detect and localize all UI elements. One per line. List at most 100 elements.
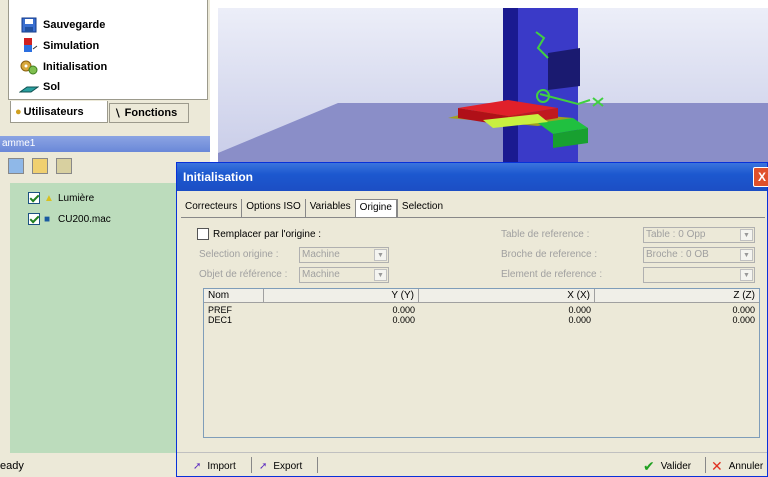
- replace-origin-checkbox[interactable]: [197, 228, 209, 240]
- close-icon[interactable]: X: [753, 167, 768, 187]
- export-icon: ➚: [259, 460, 268, 472]
- scene-item-cu200[interactable]: ■ CU200.mac: [28, 210, 111, 228]
- valider-button[interactable]: ✔ Valider: [643, 457, 691, 475]
- close-icon: ✕: [711, 457, 723, 474]
- users-icon: ●: [15, 105, 22, 118]
- select-value: Table : 0 Opp: [646, 229, 706, 240]
- simulation-icon: [19, 37, 39, 55]
- import-icon: ➚: [193, 460, 202, 472]
- select-value: Machine: [302, 269, 340, 280]
- scene-item-label: CU200.mac: [58, 213, 111, 225]
- tree-item-sauvegarde[interactable]: Sauvegarde: [19, 16, 105, 34]
- tree-item-label: Initialisation: [43, 61, 108, 73]
- tab-options-iso[interactable]: Options ISO: [241, 199, 304, 217]
- panel-header: amme1: [0, 136, 210, 152]
- initialisation-dialog: Initialisation X Correcteurs Options ISO…: [176, 162, 768, 477]
- gears-icon: [19, 58, 39, 76]
- separator: [317, 457, 318, 473]
- scene-item-label: Lumière: [58, 192, 95, 204]
- select-value: Machine: [302, 249, 340, 260]
- cell-z: 0.000: [732, 305, 755, 315]
- tab-utilisateurs[interactable]: ● Utilisateurs: [10, 101, 108, 123]
- tab-fonctions[interactable]: ∖ Fonctions: [109, 103, 189, 123]
- replace-origin-label: Remplacer par l'origine :: [213, 228, 322, 240]
- selection-origine-select[interactable]: Machine ▼: [299, 247, 389, 263]
- tree-item-label: Sauvegarde: [43, 19, 106, 31]
- annuler-button[interactable]: ✕ Annuler: [711, 457, 763, 475]
- button-label: Import: [207, 460, 236, 472]
- tree-item-initialisation[interactable]: Initialisation: [19, 58, 107, 76]
- table-row[interactable]: DEC1 0.000 0.000 0.000: [204, 315, 759, 325]
- tab-label: Utilisateurs: [23, 105, 84, 118]
- tab-origine[interactable]: Origine: [354, 199, 397, 217]
- checkbox[interactable]: [28, 213, 40, 225]
- tab-variables[interactable]: Variables: [304, 199, 355, 217]
- cell-y: 0.000: [392, 315, 415, 325]
- light-icon: ▲: [44, 192, 54, 204]
- properties-icon[interactable]: [56, 158, 72, 174]
- cell-y: 0.000: [392, 305, 415, 315]
- view-icon[interactable]: [8, 158, 24, 174]
- chevron-down-icon: ▼: [740, 249, 753, 261]
- tab-correcteurs[interactable]: Correcteurs: [181, 199, 241, 217]
- broche-reference-select[interactable]: Broche : 0 OB ▼: [643, 247, 755, 263]
- tree-item-simulation[interactable]: Simulation: [19, 37, 99, 55]
- cell-nom: DEC1: [208, 315, 233, 325]
- document-icon[interactable]: [32, 158, 48, 174]
- side-tab-strip: ● Utilisateurs ∖ Fonctions: [8, 101, 208, 123]
- machine-scene: [218, 8, 768, 163]
- chevron-down-icon: ▼: [740, 269, 753, 281]
- mini-toolbar: [8, 158, 98, 178]
- checkbox[interactable]: [28, 192, 40, 204]
- function-tree: Sauvegarde Simulation Initialisation Sol: [8, 0, 208, 100]
- column-header-x[interactable]: X (X): [419, 289, 595, 303]
- column-header-nom[interactable]: Nom: [204, 289, 264, 303]
- save-disk-icon: [19, 16, 39, 34]
- wrench-icon: ∖: [114, 107, 122, 120]
- import-button[interactable]: ➚ Import: [193, 457, 236, 475]
- floor-icon: [18, 78, 40, 96]
- cell-z: 0.000: [732, 315, 755, 325]
- column-header-z[interactable]: Z (Z): [595, 289, 759, 303]
- objet-reference-select[interactable]: Machine ▼: [299, 267, 389, 283]
- chevron-down-icon: ▼: [740, 229, 753, 241]
- tab-selection[interactable]: Selection: [396, 199, 447, 217]
- origins-table[interactable]: Nom Y (Y) X (X) Z (Z) PREF 0.000 0.000 0…: [203, 288, 760, 438]
- cell-nom: PREF: [208, 305, 233, 315]
- broche-reference-label: Broche de reference :: [501, 249, 598, 260]
- machine-icon: ■: [44, 213, 51, 225]
- button-label: Export: [273, 460, 303, 472]
- cell-x: 0.000: [568, 305, 591, 315]
- dialog-footer: ➚ Import ➚ Export ✔ Valider ✕ Annuler: [177, 452, 767, 476]
- tree-item-sol[interactable]: Sol: [18, 78, 61, 96]
- dialog-tabs: Correcteurs Options ISO Variables Origin…: [181, 199, 447, 217]
- dialog-body: Remplacer par l'origine : Selection orig…: [181, 217, 765, 449]
- checkmark-icon: ✔: [643, 457, 655, 474]
- table-header: Nom Y (Y) X (X) Z (Z): [204, 289, 759, 303]
- 3d-viewport[interactable]: [218, 8, 768, 163]
- chevron-down-icon: ▼: [374, 249, 387, 261]
- tree-item-label: Simulation: [43, 40, 100, 52]
- dialog-title-bar[interactable]: Initialisation: [177, 163, 767, 191]
- separator: [251, 457, 252, 473]
- table-reference-label: Table de reference :: [501, 229, 590, 240]
- select-value: Broche : 0 OB: [646, 249, 709, 260]
- cell-x: 0.000: [568, 315, 591, 325]
- column-header-y[interactable]: Y (Y): [264, 289, 419, 303]
- export-button[interactable]: ➚ Export: [259, 457, 302, 475]
- element-reference-select[interactable]: ▼: [643, 267, 755, 283]
- dialog-title: Initialisation: [183, 170, 254, 184]
- separator: [705, 457, 706, 473]
- selection-origine-label: Selection origine :: [199, 249, 279, 260]
- spindle-head: [548, 48, 580, 90]
- chevron-down-icon: ▼: [374, 269, 387, 281]
- replace-origin-row[interactable]: Remplacer par l'origine :: [197, 228, 321, 240]
- table-reference-select[interactable]: Table : 0 Opp ▼: [643, 227, 755, 243]
- status-bar-text: eady: [0, 460, 24, 472]
- scene-item-lumiere[interactable]: ▲ Lumière: [28, 189, 94, 207]
- table-row[interactable]: PREF 0.000 0.000 0.000: [204, 305, 759, 315]
- tab-label: Fonctions: [124, 107, 178, 119]
- button-label: Valider: [660, 460, 692, 472]
- tree-item-label: Sol: [43, 81, 61, 93]
- objet-reference-label: Objet de référence :: [199, 269, 288, 280]
